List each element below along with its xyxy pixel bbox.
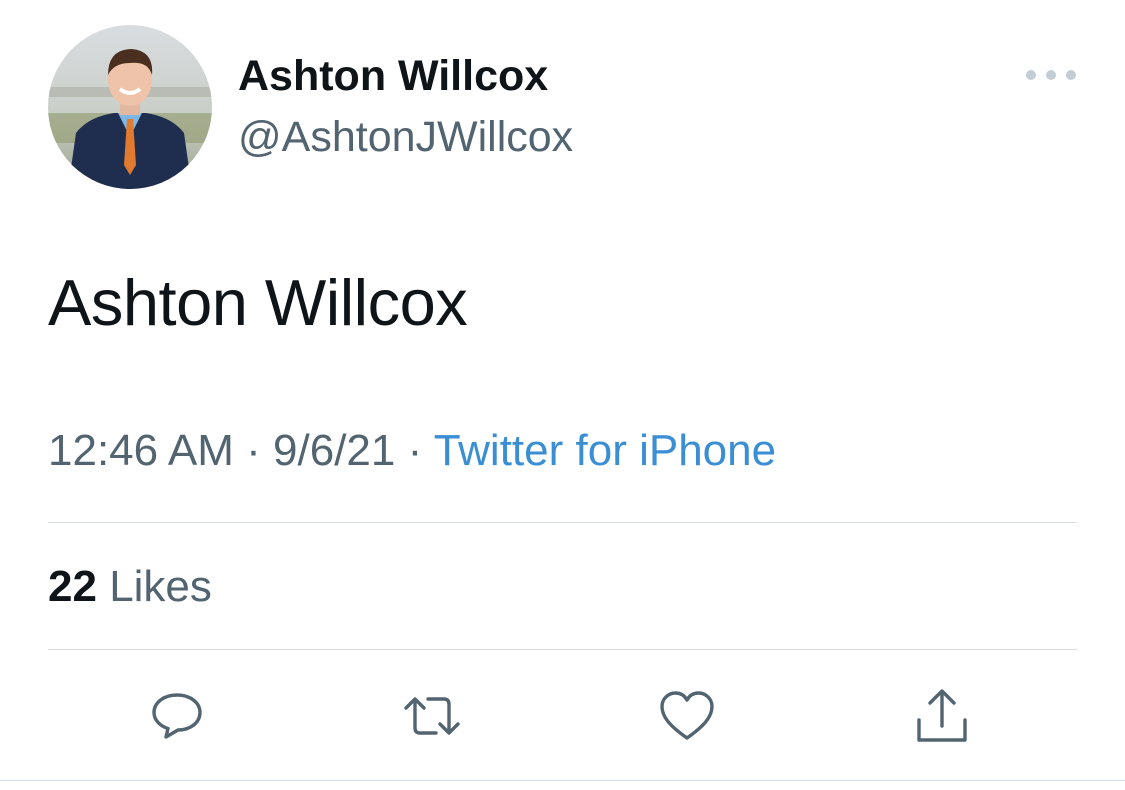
author-display-name[interactable]: Ashton Willcox: [238, 52, 548, 101]
tweet-time: 12:46 AM: [48, 426, 234, 475]
divider: [48, 522, 1077, 523]
tweet-meta: 12:46 AM · 9/6/21 · Twitter for iPhone: [48, 426, 776, 476]
tweet-source-link[interactable]: Twitter for iPhone: [434, 426, 776, 475]
avatar[interactable]: [48, 25, 212, 189]
tweet-date: 9/6/21: [273, 426, 396, 475]
divider: [48, 649, 1077, 650]
share-icon: [917, 689, 967, 742]
likes-count: 22: [48, 562, 97, 611]
dot-icon: [1046, 70, 1056, 80]
reply-button[interactable]: [147, 686, 207, 746]
dot-icon: [1026, 70, 1036, 80]
bottom-divider: [0, 780, 1125, 781]
dot-icon: [1066, 70, 1076, 80]
more-options-button[interactable]: [1026, 62, 1076, 88]
likes-label: Likes: [109, 562, 212, 611]
retweet-button[interactable]: [402, 686, 462, 746]
share-button[interactable]: [912, 686, 972, 746]
meta-separator: ·: [407, 426, 423, 475]
author-handle[interactable]: @AshtonJWillcox: [238, 113, 573, 162]
reply-icon: [152, 693, 202, 739]
like-button[interactable]: [657, 686, 717, 746]
likes-stat[interactable]: 22 Likes: [48, 562, 212, 612]
tweet-text: Ashton Willcox: [48, 266, 468, 339]
retweet-icon: [404, 697, 460, 735]
heart-icon: [660, 691, 714, 740]
meta-separator: ·: [246, 426, 261, 475]
profile-photo-icon: [48, 25, 212, 189]
